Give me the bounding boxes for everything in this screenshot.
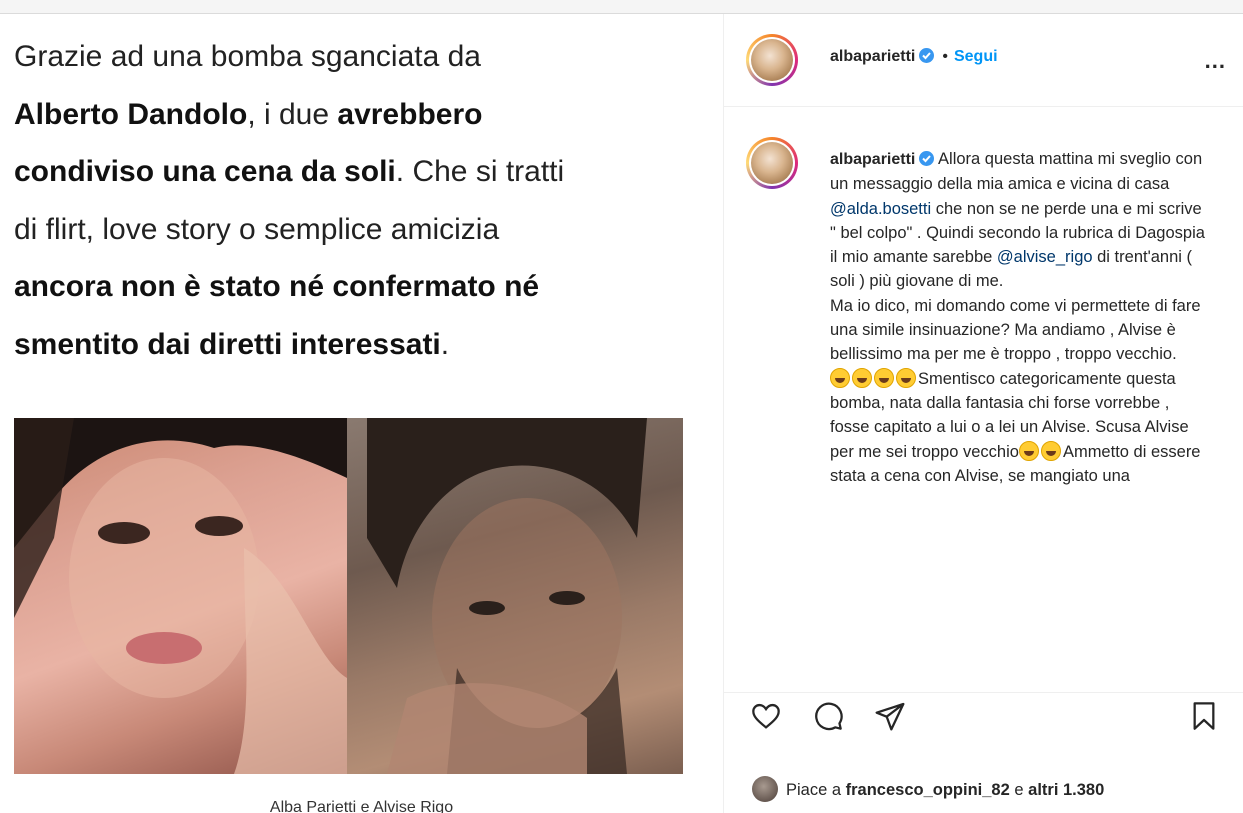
caption-username[interactable]: albaparietti	[830, 151, 915, 168]
post-image: Grazie ad una bomba sganciata da Alberto…	[0, 14, 723, 813]
action-bar	[724, 700, 1243, 750]
likes-count[interactable]: altri 1.380	[1028, 781, 1104, 799]
article-text: Grazie ad una bomba sganciata da Alberto…	[14, 28, 714, 373]
verified-icon	[919, 48, 935, 63]
more-options-icon[interactable]: ...	[1205, 48, 1226, 74]
article-line-3: condiviso una cena da soli. Che si tratt…	[14, 155, 565, 188]
browser-top-strip	[0, 0, 1243, 14]
emoji-laughing-icon	[874, 367, 894, 388]
caption-author-avatar[interactable]	[746, 137, 798, 189]
emoji-laughing-icon	[830, 367, 850, 388]
article-line-4: di flirt, love story o semplice amicizia	[14, 212, 500, 246]
emoji-laughing-icon	[1040, 440, 1061, 461]
photo-woman	[14, 418, 347, 774]
header-user-row: albaparietti • Segui	[830, 48, 998, 66]
header-username[interactable]: albaparietti	[830, 48, 915, 65]
likes-summary[interactable]: Piace a francesco_oppini_82 e altri 1.38…	[752, 776, 1104, 802]
emoji-laughing-icon	[852, 367, 872, 388]
post-caption: albaparietti Allora questa mattina mi sv…	[830, 150, 1205, 485]
mention-link[interactable]: @alvise_rigo	[997, 248, 1093, 266]
comment-icon[interactable]	[812, 700, 844, 737]
article-photos	[14, 418, 683, 774]
heart-icon[interactable]	[750, 700, 782, 737]
bookmark-icon[interactable]	[1188, 700, 1220, 737]
post-header: albaparietti • Segui ...	[724, 14, 1243, 107]
author-avatar[interactable]	[746, 34, 798, 86]
follow-button[interactable]: Segui	[954, 48, 998, 65]
share-icon[interactable]	[874, 700, 906, 737]
photo-man	[347, 418, 683, 774]
article-line-6: smentito dai diretti interessati.	[14, 327, 450, 361]
liker-avatar	[752, 776, 778, 802]
post-sidebar: albaparietti • Segui ... albaparietti Allo…	[723, 14, 1243, 813]
verified-icon	[919, 151, 935, 166]
separator-dot: •	[942, 48, 948, 65]
liker-username[interactable]: francesco_oppini_82	[846, 781, 1010, 799]
article-line-2: Alberto Dandolo, i due avrebbero	[14, 97, 483, 131]
mention-link[interactable]: @alda.bosetti	[830, 200, 931, 218]
emoji-laughing-icon	[1018, 440, 1039, 461]
photo-caption: Alba Parietti e Alvise Rigo	[269, 799, 454, 813]
emoji-laughing-icon	[896, 367, 916, 388]
article-line-1: Grazie ad una bomba sganciata da	[14, 40, 481, 73]
comments-area[interactable]: albaparietti Allora questa mattina mi sv…	[724, 107, 1243, 693]
article-line-5: ancora non è stato né confermato né	[14, 270, 540, 303]
